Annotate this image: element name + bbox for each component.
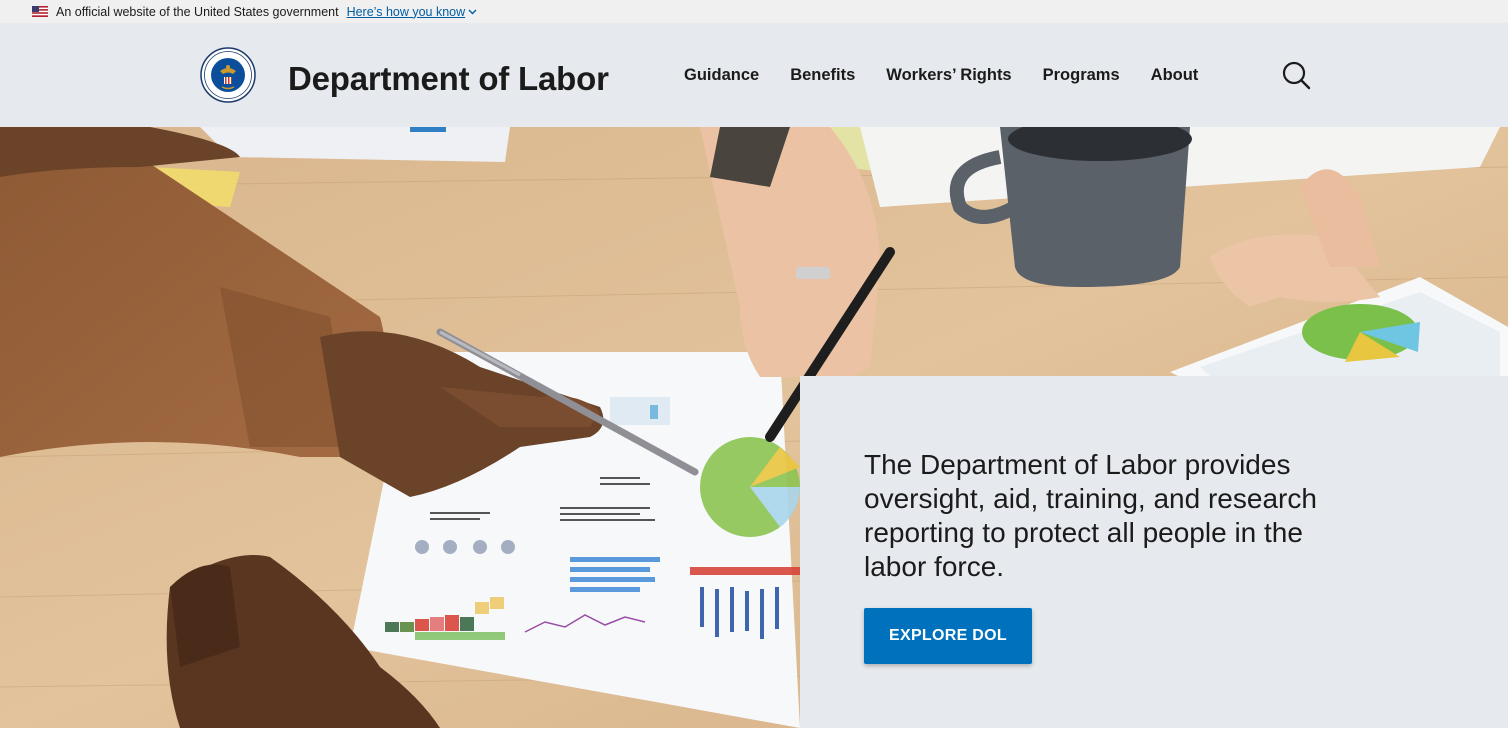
dol-seal-icon[interactable] [200,47,256,103]
site-header: Department of Labor Guidance Benefits Wo… [0,23,1508,127]
gov-banner: An official website of the United States… [0,0,1508,23]
gov-banner-text: An official website of the United States… [56,4,339,19]
nav-item-guidance[interactable]: Guidance [684,66,759,85]
search-icon[interactable] [1281,60,1311,90]
nav-item-workers-rights[interactable]: Workers’ Rights [886,66,1011,85]
heres-how-you-know-label: Here’s how you know [346,4,466,19]
site-title[interactable]: Department of Labor [288,60,609,98]
chevron-down-icon [468,9,477,14]
hero-text: The Department of Labor provides oversig… [864,449,1317,582]
nav-item-benefits[interactable]: Benefits [790,66,855,85]
hero-section: The Department of Labor provides oversig… [0,127,1508,728]
explore-dol-button[interactable]: EXPLORE DOL [864,608,1032,664]
primary-nav: Guidance Benefits Workers’ Rights Progra… [684,23,1229,127]
nav-item-about[interactable]: About [1151,66,1199,85]
nav-item-programs[interactable]: Programs [1043,66,1120,85]
hero-card: The Department of Labor provides oversig… [800,376,1508,728]
heres-how-you-know-link[interactable]: Here’s how you know [347,5,478,19]
us-flag-icon [32,6,48,17]
